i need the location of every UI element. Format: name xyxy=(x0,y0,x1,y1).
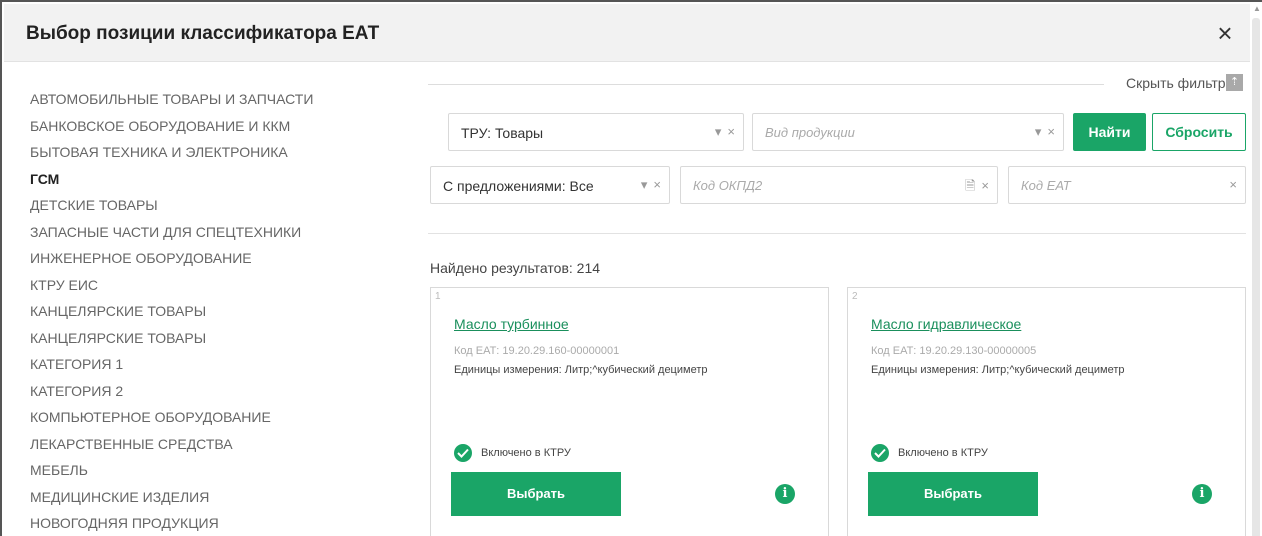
result-card: 1 Масло турбинное Код ЕАТ: 19.20.29.160-… xyxy=(430,287,829,536)
product-type-placeholder: Вид продукции xyxy=(765,125,855,140)
okpd2-input[interactable]: Код ОКПД2 🗎 × xyxy=(680,166,998,204)
clear-icon[interactable]: × xyxy=(1047,124,1055,139)
clear-icon[interactable]: × xyxy=(1229,177,1237,192)
category-item[interactable]: Банковское оборудование и ККМ xyxy=(30,113,390,140)
card-units: Единицы измерения: Литр;^кубический деци… xyxy=(454,364,708,376)
category-list: Автомобильные товары и запчасти Банковск… xyxy=(30,86,390,536)
card-number: 2 xyxy=(852,291,858,302)
tru-select[interactable]: ТРУ: Товары ▾ × xyxy=(448,113,744,151)
category-item[interactable]: Мебель xyxy=(30,457,390,484)
scrollbar[interactable] xyxy=(1252,18,1260,536)
close-button[interactable]: × xyxy=(1210,18,1240,48)
eat-code-placeholder: Код ЕАТ xyxy=(1021,178,1071,193)
check-circle-icon xyxy=(871,444,889,462)
reset-button[interactable]: Сбросить xyxy=(1152,113,1246,151)
clear-icon[interactable]: × xyxy=(727,124,735,139)
card-status: Включено в КТРУ xyxy=(898,447,988,459)
collapse-up-icon[interactable]: ⇡ xyxy=(1226,74,1243,91)
category-item[interactable]: Канцелярские товары xyxy=(30,325,390,352)
category-item[interactable]: Запасные части для спецтехники xyxy=(30,219,390,246)
product-type-select[interactable]: Вид продукции ▾ × xyxy=(752,113,1064,151)
card-units: Единицы измерения: Литр;^кубический деци… xyxy=(871,364,1125,376)
scroll-up-icon[interactable]: ▲ xyxy=(1253,4,1261,14)
info-icon[interactable]: i xyxy=(1192,484,1212,504)
category-item[interactable]: Компьютерное оборудование xyxy=(30,404,390,431)
chevron-down-icon[interactable]: ▾ xyxy=(1035,124,1042,139)
category-item[interactable]: Бытовая техника и электроника xyxy=(30,139,390,166)
category-item[interactable]: Канцелярские товары xyxy=(30,298,390,325)
offers-select[interactable]: С предложениями: Все ▾ × xyxy=(430,166,670,204)
category-item[interactable]: Инженерное оборудование xyxy=(30,245,390,272)
clear-icon[interactable]: × xyxy=(981,178,989,193)
card-title-link[interactable]: Масло гидравлическое xyxy=(871,316,1021,332)
card-title-link[interactable]: Масло турбинное xyxy=(454,316,569,332)
hide-filter-link[interactable]: Скрыть фильтр xyxy=(1126,75,1226,91)
category-item[interactable]: Новогодняя продукция xyxy=(30,510,390,536)
category-item-active[interactable]: ГСМ xyxy=(30,166,390,193)
card-eat-code: Код ЕАТ: 19.20.29.130-00000005 xyxy=(871,345,1037,357)
filter-divider xyxy=(428,84,1104,85)
chevron-down-icon[interactable]: ▾ xyxy=(715,124,722,139)
category-item[interactable]: Категория 2 xyxy=(30,378,390,405)
card-number: 1 xyxy=(435,291,441,302)
dialog-title: Выбор позиции классификатора ЕАТ xyxy=(26,23,380,44)
category-item[interactable]: Медицинские изделия xyxy=(30,484,390,511)
category-item[interactable]: Автомобильные товары и запчасти xyxy=(30,86,390,113)
select-button[interactable]: Выбрать xyxy=(451,472,621,516)
chevron-down-icon[interactable]: ▾ xyxy=(641,177,648,192)
okpd2-placeholder: Код ОКПД2 xyxy=(693,178,763,193)
offers-select-value: С предложениями: Все xyxy=(443,178,594,194)
find-button[interactable]: Найти xyxy=(1073,113,1146,151)
classifier-dialog: Выбор позиции классификатора ЕАТ × ▲ Авт… xyxy=(0,0,1262,536)
category-item[interactable]: Лекарственные средства xyxy=(30,431,390,458)
category-item[interactable]: КТРУ ЕИС xyxy=(30,272,390,299)
check-circle-icon xyxy=(454,444,472,462)
result-card: 2 Масло гидравлическое Код ЕАТ: 19.20.29… xyxy=(847,287,1246,536)
results-divider xyxy=(428,233,1246,234)
info-icon[interactable]: i xyxy=(775,484,795,504)
results-count: Найдено результатов: 214 xyxy=(430,260,601,276)
document-search-icon[interactable]: 🗎 xyxy=(965,178,975,193)
eat-code-input[interactable]: Код ЕАТ × xyxy=(1008,166,1246,204)
category-item[interactable]: Детские товары xyxy=(30,192,390,219)
dialog-header: Выбор позиции классификатора ЕАТ × xyxy=(4,4,1250,62)
card-status: Включено в КТРУ xyxy=(481,447,571,459)
select-button[interactable]: Выбрать xyxy=(868,472,1038,516)
category-item[interactable]: Категория 1 xyxy=(30,351,390,378)
card-eat-code: Код ЕАТ: 19.20.29.160-00000001 xyxy=(454,345,620,357)
clear-icon[interactable]: × xyxy=(653,177,661,192)
tru-select-value: ТРУ: Товары xyxy=(461,125,544,141)
